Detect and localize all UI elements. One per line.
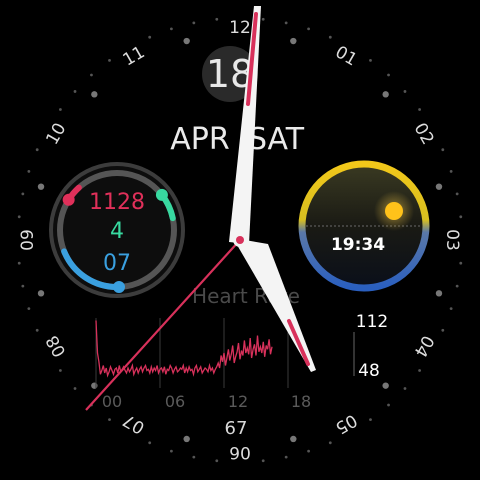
minute-tick: [328, 35, 332, 39]
minute-tick: [449, 169, 453, 173]
minute-tick: [369, 418, 372, 422]
minute-tick: [21, 284, 25, 288]
minute-tick: [215, 459, 219, 463]
bezel-number: 03: [442, 229, 462, 251]
bezel-number: 12: [229, 18, 251, 38]
hour-dot: [183, 37, 190, 45]
bezel-number: 06: [229, 442, 251, 462]
steps-marker: [62, 193, 75, 206]
activity-marker: [155, 188, 168, 201]
minute-tick: [148, 35, 152, 39]
minute-tick: [418, 369, 422, 372]
minute-tick: [387, 73, 390, 77]
hand-pivot-center: [236, 236, 244, 244]
minute-tick: [284, 455, 288, 459]
minute-tick: [387, 403, 390, 407]
month-label: APR: [170, 122, 229, 157]
stand-value: 07: [103, 251, 131, 276]
minute-tick: [455, 284, 459, 288]
sun-complication[interactable]: 19:34: [298, 160, 430, 292]
minute-tick: [449, 307, 453, 311]
minute-tick: [169, 27, 173, 31]
minute-tick: [108, 58, 111, 62]
minute-tick: [192, 455, 196, 459]
minute-tick: [73, 90, 77, 93]
minute-tick: [284, 21, 288, 25]
minute-tick: [403, 387, 407, 390]
heart-rate-current: 67: [225, 418, 248, 439]
activity-complication[interactable]: 1128 4 07: [49, 162, 185, 298]
hour-dot: [37, 290, 45, 297]
minute-tick: [73, 387, 77, 390]
hour-dot: [382, 91, 389, 98]
heart-rate-max: 112: [356, 312, 388, 332]
hour-dot: [290, 435, 297, 443]
minute-tick: [148, 441, 152, 445]
hour-dot: [290, 37, 297, 45]
weekday-label: SAT: [248, 122, 305, 157]
minute-tick: [169, 449, 173, 453]
hour-dot: [183, 435, 190, 443]
heart-rate-x-tick: 18: [291, 392, 311, 411]
hour-dot: [91, 382, 98, 389]
minute-tick: [441, 148, 445, 152]
hour-dot: [382, 382, 389, 389]
heart-rate-x-tick: 12: [228, 392, 248, 411]
minute-tick: [441, 328, 445, 332]
hour-dot: [435, 183, 443, 190]
minute-tick: [261, 17, 265, 21]
minute-tick: [27, 169, 31, 173]
minute-tick: [90, 73, 93, 77]
minute-tick: [418, 108, 422, 111]
heart-rate-x-tick: 06: [165, 392, 185, 411]
minute-tick: [307, 27, 311, 31]
minute-tick: [192, 21, 196, 25]
activity-value: 4: [110, 219, 124, 244]
heart-rate-x-tick: 00: [102, 392, 122, 411]
sun-icon: [385, 202, 403, 220]
bezel-number: 09: [18, 229, 38, 251]
hour-dot: [91, 91, 98, 98]
minute-tick: [459, 261, 463, 265]
minute-tick: [307, 449, 311, 453]
minute-tick: [58, 108, 62, 111]
heart-rate-min: 48: [358, 361, 380, 381]
minute-tick: [17, 215, 21, 219]
minute-tick: [215, 17, 219, 21]
minute-tick: [17, 261, 21, 265]
hour-dot: [37, 183, 45, 190]
watch-face: 120102030405060708091011 18 APR SAT 1128…: [0, 0, 480, 480]
minute-tick: [58, 369, 62, 372]
sunset-time: 19:34: [331, 235, 385, 255]
minute-tick: [108, 418, 111, 422]
minute-tick: [35, 148, 39, 152]
minute-tick: [455, 192, 459, 196]
steps-value: 1128: [89, 190, 145, 215]
stand-marker: [112, 280, 125, 293]
minute-tick: [459, 215, 463, 219]
minute-tick: [403, 90, 407, 93]
minute-tick: [369, 58, 372, 62]
minute-tick: [261, 459, 265, 463]
minute-tick: [27, 307, 31, 311]
hour-dot: [435, 290, 443, 297]
minute-tick: [21, 192, 25, 196]
minute-tick: [328, 441, 332, 445]
minute-tick: [35, 328, 39, 332]
